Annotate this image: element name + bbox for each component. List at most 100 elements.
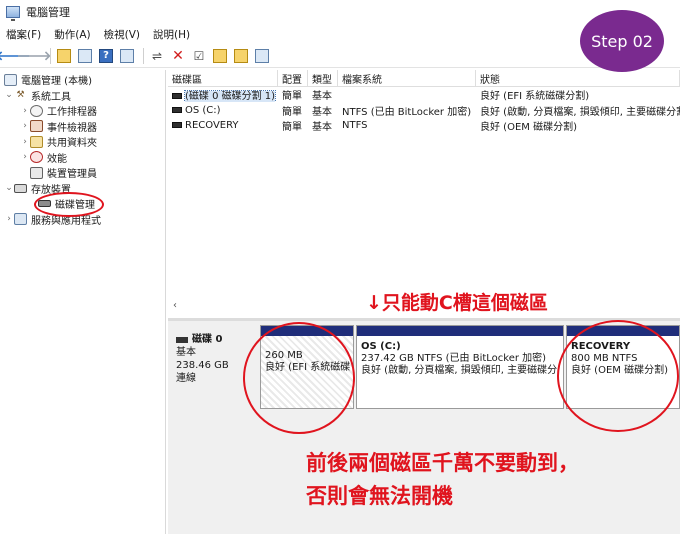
column-file-system[interactable]: 檔案系統: [338, 70, 476, 86]
disk-name-line: 磁碟 0: [176, 333, 258, 346]
layout-cell: 簡單: [282, 122, 302, 134]
title-bar: 電腦管理: [0, 0, 680, 24]
column-type[interactable]: 類型: [308, 70, 338, 86]
tree-item-label: 效能: [47, 153, 67, 165]
disk-icon: [176, 336, 188, 343]
layout-cell: 簡單: [282, 106, 302, 118]
menu-bar: 檔案(F) 動作(A) 檢視(V) 說明(H): [0, 24, 680, 44]
volume-list-header: 磁碟區 配置 類型 檔案系統 狀態: [168, 70, 680, 87]
volume-icon: [172, 106, 182, 113]
volume-list: 磁碟區 配置 類型 檔案系統 狀態 (磁碟 0 磁碟分割 1) 簡單 基本 良好…: [168, 70, 680, 316]
chevron-right-icon[interactable]: ›: [20, 106, 30, 116]
performance-icon: [30, 151, 43, 164]
tree-item-computer-management[interactable]: 電腦管理 (本機): [0, 72, 165, 88]
status-cell: 良好 (啟動, 分頁檔案, 損毀傾印, 主要磁碟分割): [480, 106, 680, 118]
tools-icon: ⚒: [16, 90, 25, 101]
chevron-right-icon[interactable]: ›: [4, 214, 14, 224]
chevron-right-icon[interactable]: ›: [20, 152, 30, 162]
annotation-warning-line1: 前後兩個磁區千萬不要動到，: [306, 451, 579, 475]
status-cell: 良好 (EFI 系統磁碟分割): [480, 91, 590, 103]
tree-item-device-manager[interactable]: 裝置管理員: [0, 165, 165, 181]
open-folder-icon[interactable]: [211, 47, 229, 65]
volume-name: RECOVERY: [185, 120, 239, 132]
type-cell: 基本: [312, 106, 332, 118]
chevron-right-icon[interactable]: ›: [20, 121, 30, 131]
navigation-tree: 電腦管理 (本機) ⌄ ⚒ 系統工具 › 工作排程器 › 事件檢視器 › 共用資…: [0, 70, 166, 534]
properties-icon[interactable]: [253, 47, 271, 65]
scroll-left-icon[interactable]: ‹: [168, 300, 182, 311]
recovery-warning-circle: [557, 320, 679, 432]
partition-size: 237.42 GB NTFS (已由 BitLocker 加密): [361, 353, 547, 364]
tree-item-label: 工作排程器: [47, 107, 97, 119]
menu-action[interactable]: 動作(A): [54, 27, 90, 42]
search-folder-icon[interactable]: [232, 47, 250, 65]
tree-item-event-viewer[interactable]: › 事件檢視器: [0, 119, 165, 135]
status-cell: 良好 (OEM 磁碟分割): [480, 122, 577, 134]
up-folder-icon[interactable]: [55, 47, 73, 65]
connect-drive-icon[interactable]: ⇌: [148, 47, 166, 65]
volume-name: (磁碟 0 磁碟分割 1): [183, 90, 277, 103]
chevron-down-icon[interactable]: ⌄: [4, 183, 14, 193]
computer-icon: [4, 73, 17, 86]
partition-body: OS (C:) 237.42 GB NTFS (已由 BitLocker 加密)…: [357, 336, 563, 377]
forward-arrow-icon[interactable]: 🡒: [17, 47, 52, 65]
show-hide-tree-icon[interactable]: [76, 47, 94, 65]
disk-management-highlight-circle: [34, 192, 104, 217]
tree-item-label: 系統工具: [31, 91, 71, 103]
check-icon[interactable]: ☑: [190, 47, 208, 65]
partition-band: [357, 326, 563, 336]
file-system-cell: NTFS: [342, 120, 368, 132]
column-volume[interactable]: 磁碟區: [168, 70, 278, 86]
help-icon[interactable]: ?: [97, 47, 115, 65]
table-row[interactable]: (磁碟 0 磁碟分割 1) 簡單 基本 良好 (EFI 系統磁碟分割): [168, 87, 680, 103]
shared-folder-icon: [30, 135, 43, 148]
chevron-down-icon[interactable]: ⌄: [4, 90, 14, 100]
tree-item-label: 裝置管理員: [47, 169, 97, 181]
clock-icon: [30, 104, 43, 117]
storage-icon: [14, 183, 27, 193]
type-cell: 基本: [312, 91, 332, 103]
volume-name: OS (C:): [185, 104, 221, 116]
menu-help[interactable]: 說明(H): [153, 27, 190, 42]
volume-icon: [172, 93, 182, 100]
file-system-cell: NTFS (已由 BitLocker 加密): [342, 106, 472, 118]
computer-management-icon: [6, 6, 20, 21]
menu-view[interactable]: 檢視(V): [104, 27, 140, 42]
volume-cell: RECOVERY: [168, 120, 278, 131]
device-manager-icon: [30, 166, 43, 179]
partition-status: 良好 (啟動, 分頁檔案, 損毀傾印, 主要磁碟分: [361, 365, 558, 376]
table-row[interactable]: RECOVERY 簡單 基本 NTFS 良好 (OEM 磁碟分割): [168, 118, 680, 134]
window-title: 電腦管理: [26, 6, 70, 19]
partition-os-c[interactable]: OS (C:) 237.42 GB NTFS (已由 BitLocker 加密)…: [356, 325, 564, 409]
toolbar: 🡐 🡒 ? ⇌ ✕ ☑: [0, 44, 680, 68]
annotation-c-drive-only: ↓只能動C槽這個磁區: [366, 292, 548, 314]
tree-item-system-tools[interactable]: ⌄ ⚒ 系統工具: [0, 88, 165, 104]
volume-cell: OS (C:): [168, 105, 278, 116]
tree-item-label: 共用資料夾: [47, 138, 97, 150]
tree-item-task-scheduler[interactable]: › 工作排程器: [0, 103, 165, 119]
event-viewer-icon: [30, 120, 43, 133]
annotation-warning-line2: 否則會無法開機: [306, 484, 453, 508]
annotation-warning: 前後兩個磁區千萬不要動到， 否則會無法開機: [306, 447, 579, 513]
step-badge: Step 02: [580, 10, 664, 72]
toolbar-separator: [50, 47, 51, 64]
partition-name: OS (C:): [361, 341, 401, 352]
table-row[interactable]: OS (C:) 簡單 基本 NTFS (已由 BitLocker 加密) 良好 …: [168, 103, 680, 119]
tree-item-shared-folders[interactable]: › 共用資料夾: [0, 134, 165, 150]
chevron-right-icon[interactable]: ›: [20, 137, 30, 147]
layout-cell: 簡單: [282, 91, 302, 103]
console-view-icon[interactable]: [118, 47, 136, 65]
column-layout[interactable]: 配置: [278, 70, 308, 86]
disk-name: 磁碟 0: [192, 334, 223, 345]
delete-icon[interactable]: ✕: [169, 47, 187, 65]
tree-item-performance[interactable]: › 效能: [0, 150, 165, 166]
column-status[interactable]: 狀態: [476, 70, 680, 86]
type-cell: 基本: [312, 122, 332, 134]
tree-item-label: 事件檢視器: [47, 122, 97, 134]
volume-icon: [172, 122, 182, 129]
services-icon: [14, 213, 27, 226]
menu-file[interactable]: 檔案(F): [6, 27, 41, 42]
volume-cell: (磁碟 0 磁碟分割 1): [168, 87, 278, 103]
tree-item-label: 電腦管理 (本機): [21, 76, 92, 88]
toolbar-separator: [143, 47, 144, 64]
